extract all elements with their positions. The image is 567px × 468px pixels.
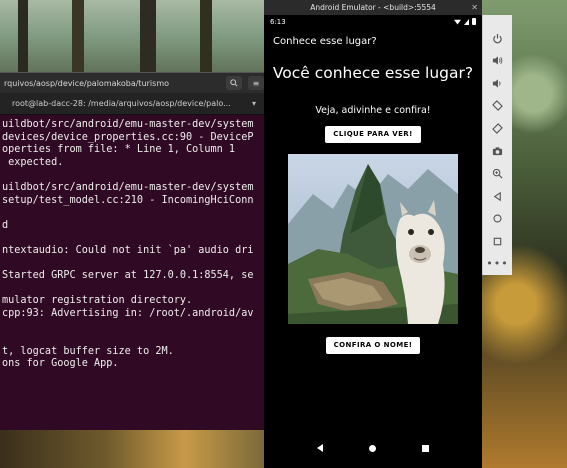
volume-down-icon[interactable] [487,72,509,95]
status-time: 6:13 [270,17,286,26]
terminal-line: d [2,219,9,231]
power-icon[interactable] [487,27,509,50]
hamburger-menu-icon[interactable]: ≡ [248,76,264,90]
rotate-left-icon[interactable] [487,95,509,118]
camera-icon[interactable] [487,140,509,163]
confirm-name-button[interactable]: CONFIRA O NOME! [325,337,421,354]
terminal-window[interactable]: rquivos/aosp/device/palomakoba/turismo ≡… [0,72,264,430]
desktop-wallpaper-top [0,0,267,75]
terminal-line: uildbot/src/android/emu-master-dev/syste… [2,119,254,130]
emulator-titlebar[interactable]: Android Emulator - <build>:5554 ✕ [264,0,482,15]
nav-recents-icon[interactable] [422,444,429,452]
terminal-titlebar[interactable]: rquivos/aosp/device/palomakoba/turismo ≡ [0,73,264,93]
back-icon[interactable] [487,185,509,208]
terminal-line: uildbot/src/android/emu-master-dev/syste… [2,181,254,193]
emulator-window: Android Emulator - <build>:5554 ✕ 6:13 C… [264,0,482,468]
terminal-tab-title[interactable]: root@lab-dacc-28: /media/arquivos/aosp/d… [12,99,244,108]
emulator-window-title: Android Emulator - <build>:5554 [310,3,436,12]
tab-dropdown-icon[interactable]: ▾ [252,99,256,108]
terminal-tabbar: root@lab-dacc-28: /media/arquivos/aosp/d… [0,93,264,115]
terminal-line: cpp:93: Advertising in: /root/.android/a… [2,307,254,319]
android-status-bar: 6:13 [264,15,482,28]
terminal-line: ons for Google App. [2,358,119,370]
terminal-line: expected. [2,156,64,168]
terminal-line: setup/test_model.cc:210 - IncomingHciCon… [2,194,254,206]
terminal-output[interactable]: uildbot/src/android/emu-master-dev/syste… [0,115,264,371]
close-icon[interactable]: ✕ [471,3,478,12]
android-nav-bar [264,438,482,458]
place-photo [288,154,458,324]
nav-back-icon[interactable] [317,444,323,452]
terminal-window-title: rquivos/aosp/device/palomakoba/turismo [4,78,170,88]
more-icon[interactable]: ••• [486,252,509,275]
terminal-line: devices/device_properties.cc:90 - Device… [2,131,254,143]
search-icon[interactable] [226,76,242,90]
desktop-wallpaper-bottom [0,430,264,468]
volume-up-icon[interactable] [487,50,509,73]
reveal-button[interactable]: CLIQUE PARA VER! [325,126,421,143]
app-title: Conhece esse lugar? [273,36,377,47]
subline: Veja, adivinhe e confira! [315,105,431,116]
terminal-line: Started GRPC server at 127.0.0.1:8554, s… [2,270,254,282]
emulator-toolbar: ••• [482,15,512,275]
terminal-line: mulator registration directory. [2,295,193,307]
home-icon[interactable] [487,207,509,230]
rotate-right-icon[interactable] [487,117,509,140]
nav-home-icon[interactable] [369,444,376,452]
zoom-in-icon[interactable] [487,162,509,185]
wifi-icon [454,19,461,25]
terminal-line: t, logcat buffer size to 2M. [2,345,174,357]
battery-icon [472,18,476,25]
terminal-line: operties from file: * Line 1, Column 1 [2,144,236,156]
headline: Você conhece esse lugar? [272,64,474,82]
overview-icon[interactable] [487,230,509,253]
terminal-line: ntextaudio: Could not init `pa' audio dr… [2,244,254,256]
signal-icon [464,18,469,25]
